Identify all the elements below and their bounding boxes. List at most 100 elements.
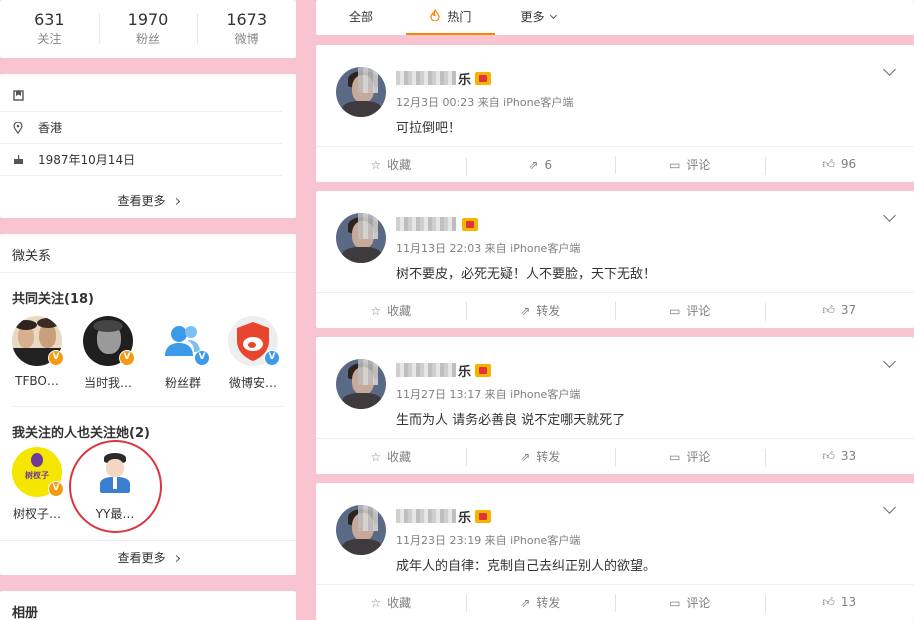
followers-count: 1970 (127, 10, 169, 29)
post-text: 树不要皮，必死无疑！人不要脸，天下无敌！ (396, 267, 657, 282)
flame-icon (429, 8, 444, 24)
post-menu-chevron-icon[interactable] (883, 63, 896, 76)
feed-tabs: 全部 热门 更多 (316, 0, 914, 35)
post-meta[interactable]: 11月27日 13:17 来自 iPhone客户端 (396, 386, 580, 402)
repost-button[interactable]: ⇗ 6 (465, 157, 616, 176)
blurred-name (396, 509, 456, 523)
avatar[interactable] (336, 67, 386, 117)
post-meta[interactable]: 11月13日 22:03 来自 iPhone客户端 (396, 240, 580, 256)
tab-more[interactable]: 更多 (510, 0, 566, 35)
post-text: 成年人的自律：克制自己去纠正别人的欲望。 (396, 559, 657, 574)
following-count: 631 (34, 10, 65, 29)
birthday-text: 1987年10月14日 (38, 153, 136, 167)
author-name[interactable]: 乐 (396, 70, 492, 88)
like-count: 13 (840, 595, 857, 609)
post-menu-chevron-icon[interactable] (883, 355, 896, 368)
comment-label: 评论 (686, 158, 711, 172)
author-name[interactable]: 乐 (396, 362, 492, 380)
comment-button[interactable]: ▭ 评论 (615, 302, 765, 320)
avatar: V (158, 316, 210, 366)
blurred-name (396, 217, 456, 231)
avatar[interactable] (336, 359, 386, 409)
repost-count: 6 (544, 157, 553, 172)
tab-more-label: 更多 (520, 10, 545, 24)
vip-crown-icon (475, 363, 492, 377)
thumb-up-icon: 👍︎ (822, 595, 835, 609)
collect-button[interactable]: ☆ 收藏 (316, 156, 466, 173)
thumb-up-icon: 👍︎ (822, 303, 835, 317)
like-button[interactable]: 👍︎ 37 (764, 303, 914, 321)
collect-button[interactable]: ☆ 收藏 (316, 448, 466, 465)
divider (0, 272, 296, 273)
like-button[interactable]: 👍︎ 96 (764, 157, 914, 175)
tab-all[interactable]: 全部 (316, 0, 406, 35)
vip-crown-icon (475, 71, 492, 85)
profile-stats-card: 631 关注 1970 粉丝 1673 微博 (0, 0, 296, 58)
divider (12, 406, 284, 407)
following-label: 关注 (37, 32, 62, 46)
post-meta[interactable]: 12月3日 00:23 来自 iPhone客户端 (396, 94, 573, 110)
highlight-circle-annotation (69, 440, 162, 533)
author-name[interactable] (396, 216, 478, 232)
common-follow-item[interactable]: V 当时我… (80, 316, 136, 391)
stat-following[interactable]: 631 关注 (0, 10, 99, 48)
also-follow-item[interactable]: 树杈子 V 树杈子… (9, 447, 65, 522)
relations-card: 微关系 共同关注(18) V TFBO… V 当时我… V 粉丝群 V 微博安…… (0, 234, 296, 575)
verified-badge-icon: V (264, 350, 280, 366)
info-more-link[interactable]: 查看更多 (0, 192, 296, 209)
also-follow-title: 我关注的人也关注她(2) (12, 426, 150, 441)
post-actions: ☆ 收藏 ⇗ 转发 ▭ 评论 👍︎ 33 (316, 438, 914, 474)
relations-more-link[interactable]: 查看更多 (0, 549, 296, 566)
repost-label: 转发 (536, 304, 561, 318)
divider (0, 540, 296, 541)
stat-followers[interactable]: 1970 粉丝 (98, 10, 198, 48)
avatar: V (12, 316, 64, 366)
post-menu-chevron-icon[interactable] (883, 209, 896, 222)
avatar[interactable] (336, 213, 386, 263)
followers-label: 粉丝 (136, 32, 161, 46)
comment-icon: ▭ (669, 304, 681, 318)
posts-count: 1673 (226, 10, 268, 29)
common-follow-title: 共同关注(18) (12, 292, 94, 307)
comment-icon: ▭ (669, 158, 681, 172)
stat-posts[interactable]: 1673 微博 (197, 10, 296, 48)
common-follow-name: 微博安… (228, 376, 277, 390)
cake-icon (12, 154, 24, 166)
collect-button[interactable]: ☆ 收藏 (316, 594, 466, 611)
info-row-tag (0, 80, 282, 112)
comment-button[interactable]: ▭ 评论 (615, 156, 765, 174)
also-follow-name: 树杈子… (12, 507, 61, 521)
like-button[interactable]: 👍︎ 13 (764, 595, 914, 613)
author-name-tail: 乐 (458, 364, 472, 380)
common-follow-item[interactable]: V 微博安… (225, 316, 281, 391)
common-follow-name: 粉丝群 (164, 376, 201, 390)
album-title: 相册 (12, 606, 39, 620)
chevron-right-icon (172, 197, 180, 206)
like-count: 37 (840, 303, 857, 317)
repost-button[interactable]: ⇗ 转发 (465, 448, 616, 466)
comment-button[interactable]: ▭ 评论 (615, 594, 765, 612)
repost-button[interactable]: ⇗ 转发 (465, 594, 616, 612)
bookmark-icon (12, 89, 24, 102)
comment-button[interactable]: ▭ 评论 (615, 448, 765, 466)
author-name[interactable]: 乐 (396, 508, 492, 526)
collect-button[interactable]: ☆ 收藏 (316, 302, 466, 319)
album-card[interactable]: 相册 (0, 591, 296, 620)
repost-button[interactable]: ⇗ 转发 (465, 302, 616, 320)
comment-label: 评论 (686, 304, 711, 318)
common-follow-item[interactable]: V 粉丝群 (155, 316, 211, 391)
common-follow-item[interactable]: V TFBO… (9, 316, 65, 388)
comment-icon: ▭ (669, 596, 681, 610)
post-menu-chevron-icon[interactable] (883, 501, 896, 514)
tab-hot[interactable]: 热门 (406, 0, 495, 35)
repost-icon: ⇗ (520, 450, 531, 464)
post-actions: ☆ 收藏 ⇗ 6 ▭ 评论 👍︎ 96 (316, 146, 914, 182)
like-button[interactable]: 👍︎ 33 (764, 449, 914, 467)
post-meta[interactable]: 11月23日 23:19 来自 iPhone客户端 (396, 532, 580, 548)
post-card: 11月13日 22:03 来自 iPhone客户端 树不要皮，必死无疑！人不要脸… (316, 191, 914, 328)
avatar: V (228, 316, 280, 366)
author-name-tail: 乐 (458, 72, 472, 88)
vip-crown-icon (462, 217, 478, 231)
avatar[interactable] (336, 505, 386, 555)
star-icon: ☆ (370, 158, 382, 172)
